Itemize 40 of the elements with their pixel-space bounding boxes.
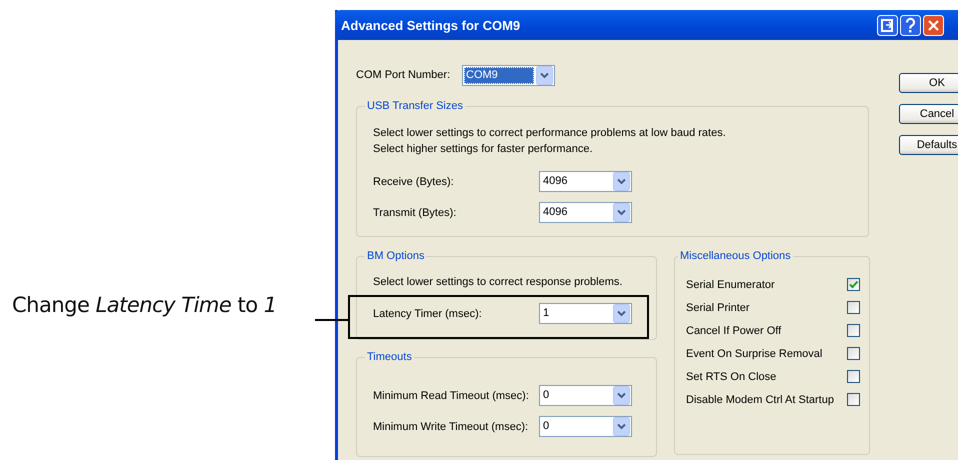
checkbox[interactable] xyxy=(847,278,860,291)
checkbox[interactable] xyxy=(847,370,860,383)
dropdown[interactable]: 4096 xyxy=(539,171,632,192)
leader-line xyxy=(315,319,348,321)
field-label: Minimum Read Timeout (msec): xyxy=(373,390,530,402)
checkbox[interactable] xyxy=(847,393,860,406)
checkbox-label: Serial Enumerator xyxy=(686,278,775,290)
description-text: Select lower settings to correct response problems. xyxy=(373,275,624,290)
dropdown[interactable]: 4096 xyxy=(539,202,632,223)
group-title: Timeouts xyxy=(366,351,413,363)
field-label: Transmit (Bytes): xyxy=(373,206,458,218)
checkbox-label: Set RTS On Close xyxy=(686,370,776,382)
checkbox-label: Event On Surprise Removal xyxy=(686,348,822,360)
window-title: Advanced Settings for COM9 xyxy=(341,18,520,32)
field-label: Latency Timer (msec): xyxy=(373,308,483,320)
dropdown[interactable]: COM9 xyxy=(462,64,555,86)
checkbox-label: Cancel If Power Off xyxy=(686,324,782,336)
group-title: BM Options xyxy=(366,250,426,262)
description-text: Select higher settings for faster performance. xyxy=(373,142,594,157)
checkbox[interactable] xyxy=(847,347,860,360)
help-icon[interactable] xyxy=(900,14,921,36)
checkbox[interactable] xyxy=(847,324,860,337)
dialog-button[interactable]: OK xyxy=(899,73,958,93)
restore-icon[interactable] xyxy=(877,14,898,36)
close-icon[interactable] xyxy=(923,14,944,36)
checkbox-label: Disable Modem Ctrl At Startup xyxy=(686,394,834,406)
dropdown[interactable]: 1 xyxy=(539,303,632,324)
instruction-text: Change Latency Time to 1 xyxy=(12,293,277,317)
checkbox[interactable] xyxy=(847,301,860,314)
field-label: COM Port Number: xyxy=(356,69,452,81)
checkbox-label: Serial Printer xyxy=(686,302,750,314)
field-label: Receive (Bytes): xyxy=(373,176,455,188)
dropdown[interactable]: 0 xyxy=(539,385,632,406)
dialog-button[interactable]: Cancel xyxy=(899,104,958,124)
group-title: USB Transfer Sizes xyxy=(366,100,464,112)
dialog-button[interactable]: Defaults xyxy=(899,135,958,155)
group-title: Miscellaneous Options xyxy=(679,250,792,262)
description-text: Select lower settings to correct performance problems at low baud rates. xyxy=(373,126,727,141)
dropdown[interactable]: 0 xyxy=(539,416,632,437)
field-label: Minimum Write Timeout (msec): xyxy=(373,420,530,432)
